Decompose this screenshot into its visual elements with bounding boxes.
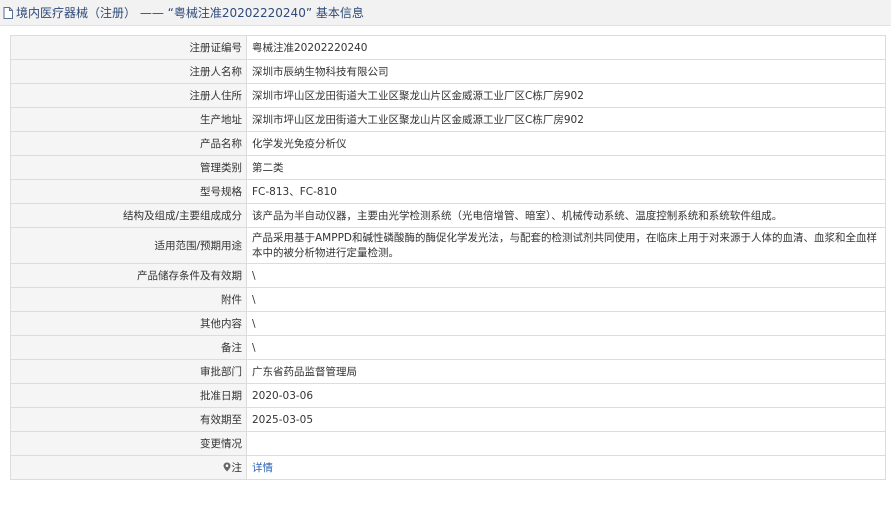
- table-row: 其他内容 \: [10, 311, 886, 336]
- row-value: 深圳市坪山区龙田街道大工业区聚龙山片区金威源工业厂区C栋厂房902: [246, 107, 886, 132]
- row-label: 注册证编号: [10, 35, 247, 60]
- page-header: 境内医疗器械（注册） —— “粤械注准20202220240” 基本信息: [0, 0, 891, 26]
- table-row: 管理类别 第二类: [10, 155, 886, 180]
- table-row: 注册人住所 深圳市坪山区龙田街道大工业区聚龙山片区金威源工业厂区C栋厂房902: [10, 83, 886, 108]
- document-icon: [3, 6, 13, 19]
- row-value: 该产品为半自动仪器，主要由光学检测系统（光电倍增管、暗室）、机械传动系统、温度控…: [246, 203, 886, 228]
- row-value: 广东省药品监督管理局: [246, 359, 886, 384]
- row-value: FC-813、FC-810: [246, 179, 886, 204]
- details-link[interactable]: 详情: [252, 462, 273, 474]
- row-value: 深圳市辰纳生物科技有限公司: [246, 59, 886, 84]
- row-label: 产品储存条件及有效期: [10, 263, 247, 288]
- row-value: \: [246, 335, 886, 360]
- row-value: 产品采用基于AMPPD和碱性磷酸酶的酶促化学发光法，与配套的检测试剂共同使用，在…: [246, 227, 886, 264]
- row-label: 型号规格: [10, 179, 247, 204]
- table-row: 附件 \: [10, 287, 886, 312]
- info-table-container: 注册证编号 粤械注准20202220240 注册人名称 深圳市辰纳生物科技有限公司 注册…: [10, 35, 886, 480]
- row-label: 变更情况: [10, 431, 247, 456]
- table-row: 注册人名称 深圳市辰纳生物科技有限公司: [10, 59, 886, 84]
- table-row: 适用范围/预期用途 产品采用基于AMPPD和碱性磷酸酶的酶促化学发光法，与配套的检…: [10, 227, 886, 264]
- table-row: 注册证编号 粤械注准20202220240: [10, 35, 886, 60]
- row-label: 批准日期: [10, 383, 247, 408]
- table-row: 审批部门 广东省药品监督管理局: [10, 359, 886, 384]
- row-value: 第二类: [246, 155, 886, 180]
- row-label: 注册人名称: [10, 59, 247, 84]
- row-label: 管理类别: [10, 155, 247, 180]
- row-value: [246, 431, 886, 456]
- row-value: 2025-03-05: [246, 407, 886, 432]
- table-row-note: 注详情: [10, 455, 886, 480]
- table-row: 生产地址 深圳市坪山区龙田街道大工业区聚龙山片区金威源工业厂区C栋厂房902: [10, 107, 886, 132]
- row-label: 审批部门: [10, 359, 247, 384]
- row-label: 生产地址: [10, 107, 247, 132]
- table-row: 有效期至 2025-03-05: [10, 407, 886, 432]
- info-table: 注册证编号 粤械注准20202220240 注册人名称 深圳市辰纳生物科技有限公司 注册…: [10, 35, 886, 480]
- table-row: 备注 \: [10, 335, 886, 360]
- row-label: 注册人住所: [10, 83, 247, 108]
- row-label: 其他内容: [10, 311, 247, 336]
- note-label-cell: 注: [10, 455, 247, 480]
- note-label: 注: [231, 462, 243, 474]
- note-value-cell: 详情: [246, 455, 886, 480]
- row-label: 产品名称: [10, 131, 247, 156]
- page-title: 境内医疗器械（注册） —— “粤械注准20202220240” 基本信息: [16, 6, 364, 20]
- pin-icon: [223, 462, 231, 472]
- table-row: 型号规格 FC-813、FC-810: [10, 179, 886, 204]
- row-value: 2020-03-06: [246, 383, 886, 408]
- table-row: 结构及组成/主要组成成分 该产品为半自动仪器，主要由光学检测系统（光电倍增管、暗室…: [10, 203, 886, 228]
- row-label: 有效期至: [10, 407, 247, 432]
- row-value: 化学发光免疫分析仪: [246, 131, 886, 156]
- row-label: 备注: [10, 335, 247, 360]
- row-label: 附件: [10, 287, 247, 312]
- row-value: \: [246, 287, 886, 312]
- row-label: 结构及组成/主要组成成分: [10, 203, 247, 228]
- table-row: 变更情况: [10, 431, 886, 456]
- row-value: 粤械注准20202220240: [246, 35, 886, 60]
- table-row: 批准日期 2020-03-06: [10, 383, 886, 408]
- table-row: 产品储存条件及有效期 \: [10, 263, 886, 288]
- row-value: 深圳市坪山区龙田街道大工业区聚龙山片区金威源工业厂区C栋厂房902: [246, 83, 886, 108]
- row-value: \: [246, 263, 886, 288]
- row-value: \: [246, 311, 886, 336]
- table-row: 产品名称 化学发光免疫分析仪: [10, 131, 886, 156]
- row-label: 适用范围/预期用途: [10, 227, 247, 264]
